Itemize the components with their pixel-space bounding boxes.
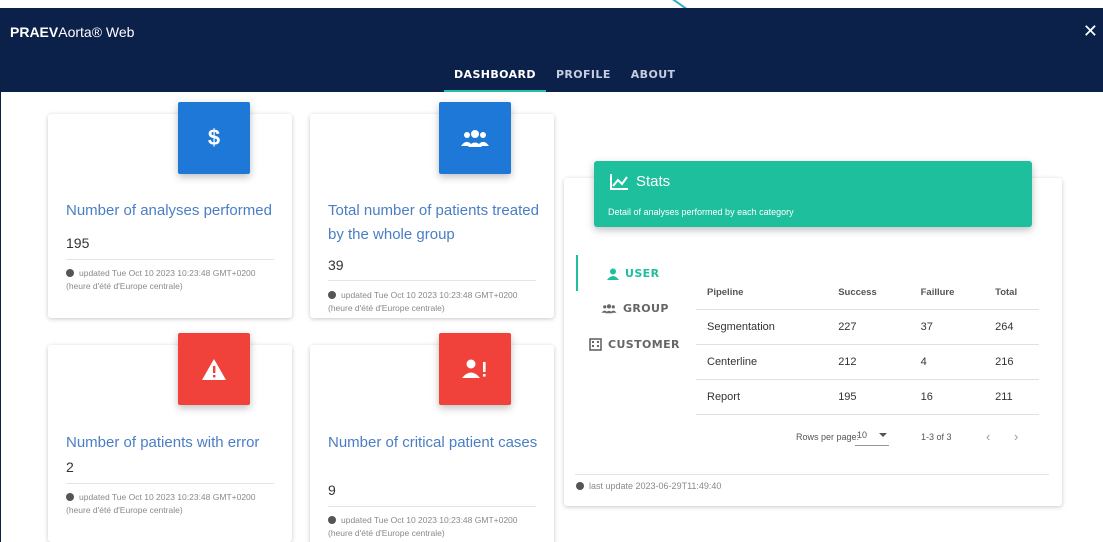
table-header-row: Pipeline Success Faillure Total — [696, 276, 1039, 310]
top-navbar: PRAEVAorta® Web ✕ DASHBOARD PROFILE ABOU… — [1, 8, 1103, 92]
table-cell: 211 — [984, 379, 1039, 415]
divider — [66, 483, 274, 484]
menu-item-customer[interactable]: CUSTOMER — [589, 338, 680, 351]
card-value: 9 — [328, 482, 336, 498]
clock-icon — [328, 291, 336, 299]
close-button[interactable]: ✕ — [1083, 22, 1098, 40]
table-row: Centerline 212 4 216 — [696, 344, 1039, 380]
main-tabs: DASHBOARD PROFILE ABOUT — [444, 66, 685, 92]
rows-per-page-select[interactable]: 10 — [855, 430, 889, 446]
stats-last-update: last update 2023-06-29T11:49:40 — [576, 481, 721, 491]
errors-card: Number of patients with error 2 updated … — [48, 345, 292, 542]
column-header[interactable]: Faillure — [909, 276, 985, 310]
column-header[interactable]: Total — [984, 276, 1039, 310]
stats-description: Detail of analyses performed by each cat… — [608, 207, 794, 217]
tab-dashboard[interactable]: DASHBOARD — [444, 66, 546, 92]
stats-header: Stats Detail of analyses performed by ea… — [594, 161, 1032, 227]
table-cell: 195 — [827, 379, 910, 415]
clock-icon — [66, 493, 74, 501]
table-row: Report 195 16 211 — [696, 379, 1039, 415]
card-updated: updated Tue Oct 10 2023 10:23:48 GMT+020… — [328, 290, 518, 313]
card-value: 2 — [66, 459, 74, 475]
card-value: 39 — [328, 257, 344, 273]
building-icon — [589, 338, 602, 351]
menu-item-user[interactable]: USER — [607, 267, 659, 280]
next-page-button[interactable]: › — [1014, 429, 1018, 444]
card-updated: updated Tue Oct 10 2023 10:23:48 GMT+020… — [66, 492, 256, 515]
previous-page-button[interactable]: ‹ — [986, 429, 990, 444]
table-row: Segmentation 227 37 264 — [696, 309, 1039, 345]
table-pagination: Rows per page: 10 1-3 of 3 ‹ › — [696, 429, 1039, 452]
group-icon — [439, 102, 511, 174]
chevron-down-icon — [879, 433, 887, 437]
page-range: 1-3 of 3 — [921, 432, 952, 442]
clock-icon — [576, 482, 584, 490]
critical-card: Number of critical patient cases 9 updat… — [310, 345, 554, 542]
column-header[interactable]: Pipeline — [696, 276, 828, 310]
clock-icon — [328, 516, 336, 524]
table-cell: 227 — [827, 309, 910, 345]
app-window: PRAEVAorta® Web ✕ DASHBOARD PROFILE ABOU… — [0, 8, 1103, 542]
table-cell: 264 — [984, 309, 1039, 345]
card-title: Number of analyses performed — [66, 202, 272, 219]
divider — [575, 474, 1049, 475]
clock-icon — [66, 269, 74, 277]
card-updated: updated Tue Oct 10 2023 10:23:48 GMT+020… — [66, 268, 256, 291]
patients-card: Total number of patients treated by the … — [310, 114, 554, 318]
dollar-icon: $ — [178, 102, 250, 174]
app-title: PRAEVAorta® Web — [10, 24, 135, 40]
table-cell: 37 — [909, 309, 985, 345]
table-cell: 4 — [909, 344, 985, 380]
analyses-card: Number of analyses performed 195 updated… — [48, 114, 292, 318]
tab-about[interactable]: ABOUT — [621, 66, 686, 92]
divider — [66, 259, 274, 260]
column-header[interactable]: Success — [827, 276, 910, 310]
rows-per-page-label: Rows per page: — [796, 432, 860, 442]
stats-table: Pipeline Success Faillure Total Segmenta… — [696, 276, 1039, 415]
table-cell: Centerline — [696, 344, 828, 380]
critical-patient-icon — [439, 333, 511, 405]
table-cell: Segmentation — [696, 309, 828, 345]
card-title: Total number of patients treated by the … — [328, 202, 539, 243]
table-cell: Report — [696, 379, 828, 415]
table-cell: 16 — [909, 379, 985, 415]
menu-item-group[interactable]: GROUP — [601, 302, 669, 315]
card-title: Number of critical patient cases — [328, 434, 538, 451]
tab-profile[interactable]: PROFILE — [546, 66, 621, 92]
divider — [328, 506, 536, 507]
group-icon — [601, 304, 617, 314]
chart-line-icon — [610, 174, 628, 190]
stats-title: Stats — [636, 173, 671, 190]
card-updated: updated Tue Oct 10 2023 10:23:48 GMT+020… — [328, 515, 518, 538]
table-cell: 212 — [827, 344, 910, 380]
table-cell: 216 — [984, 344, 1039, 380]
card-title: Number of patients with error — [66, 434, 260, 451]
warning-icon — [178, 333, 250, 405]
menu-active-indicator — [576, 255, 578, 291]
divider — [328, 280, 536, 281]
card-value: 195 — [66, 235, 90, 251]
user-icon — [607, 268, 619, 280]
